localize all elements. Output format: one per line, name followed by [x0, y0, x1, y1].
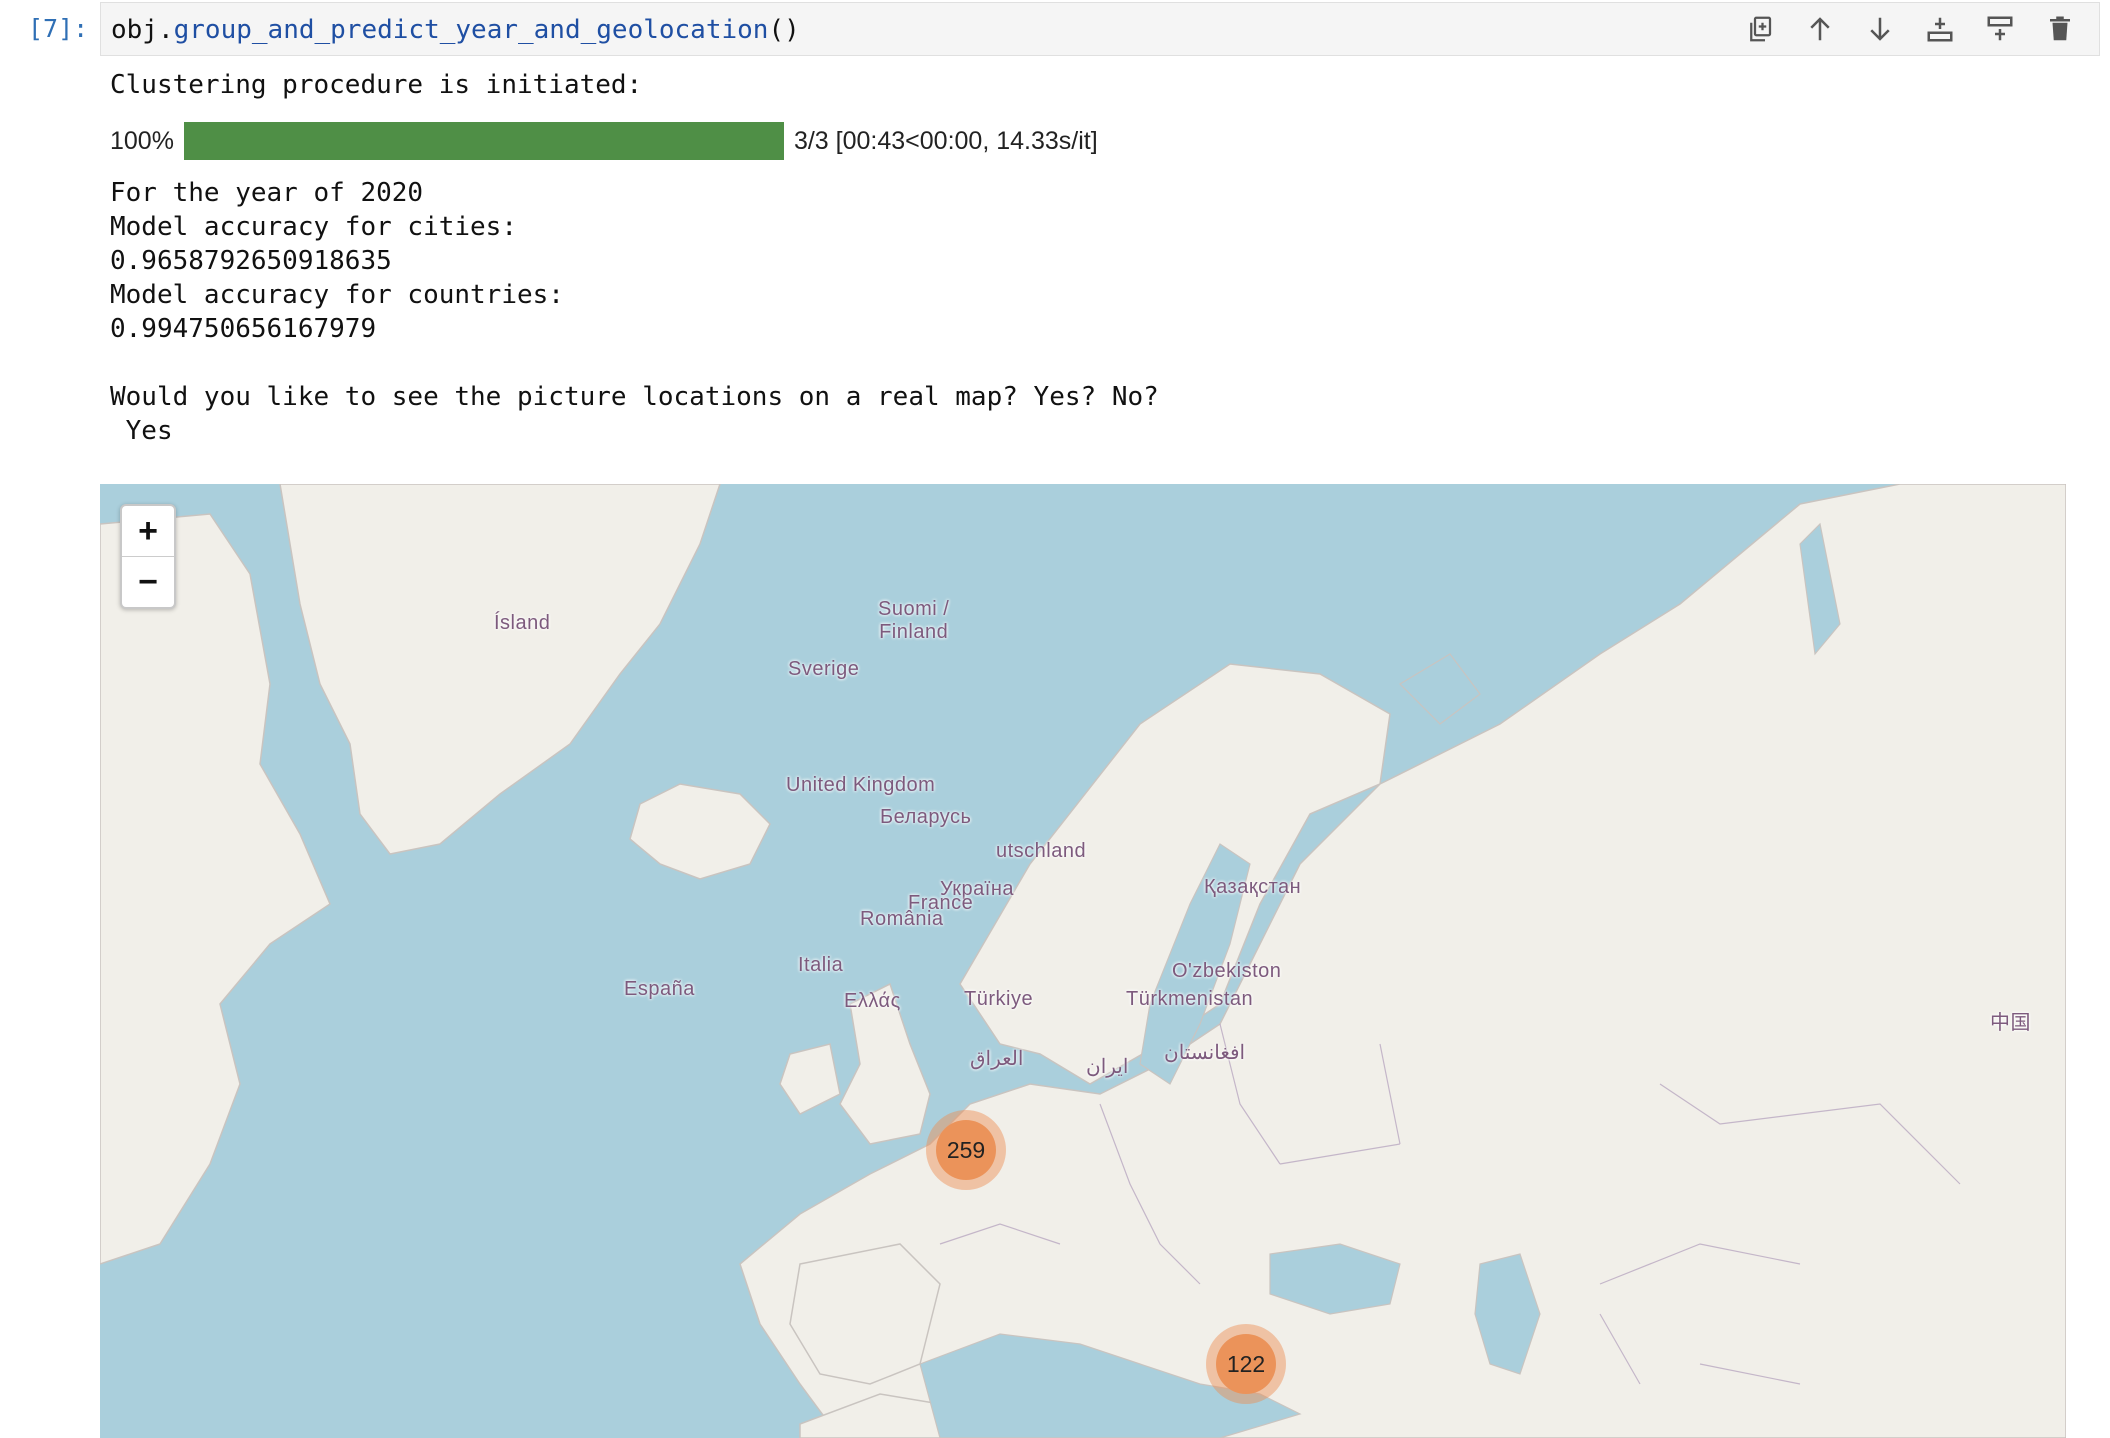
cell-prompt: [7]:	[28, 14, 89, 43]
map-label-afghanistan: افغانستان	[1164, 1042, 1246, 1064]
code-dot: .	[157, 15, 174, 45]
zoom-out-button[interactable]: −	[122, 557, 174, 607]
map-label-china: 中国	[1990, 1012, 2031, 1034]
map-label-turkiye: Türkiye	[964, 988, 1034, 1010]
map-cluster-marker[interactable]: 122	[1206, 1324, 1286, 1404]
move-up-icon[interactable]	[1805, 13, 1835, 45]
map-label-uzbekistan: O'zbekiston	[1172, 960, 1282, 982]
insert-above-icon[interactable]	[1985, 13, 2015, 45]
code-input[interactable]: obj.group_and_predict_year_and_geolocati…	[111, 15, 800, 45]
output-line-year: For the year of 2020	[110, 178, 424, 208]
map-tiles	[100, 484, 2066, 1438]
progress-status: 3/3 [00:43<00:00, 14.33s/it]	[793, 126, 1098, 155]
map-label-turkmenistan: Türkmenistan	[1126, 988, 1254, 1010]
zoom-control: + −	[120, 504, 176, 609]
map-label-ellas: Ελλάς	[844, 990, 901, 1012]
map-label-espana: España	[624, 978, 695, 1000]
map-label-finland: Suomi / Finland	[878, 598, 950, 643]
code-method: group_and_predict_year_and_geolocation	[173, 15, 769, 45]
ireland-landmass	[779, 1043, 841, 1115]
zoom-in-button[interactable]: +	[122, 506, 174, 557]
iceland-landmass	[629, 783, 771, 880]
progress-bar	[183, 122, 784, 160]
map-label-iraq: العراق	[970, 1048, 1024, 1070]
move-down-icon[interactable]	[1865, 13, 1895, 45]
code-object: obj	[111, 15, 158, 45]
output-answer: Yes	[110, 416, 173, 446]
map-label-sverige: Sverige	[788, 658, 860, 680]
canada-landmass	[100, 513, 331, 1265]
code-parens: ()	[768, 15, 800, 45]
map-label-belarus: Беларусь	[880, 806, 972, 828]
output-countries-accuracy: 0.994750656167979	[110, 314, 377, 344]
progress-percent: 100%	[110, 126, 174, 155]
map-label-deutschland: utschland	[996, 840, 1087, 862]
map-label-italia: Italia	[798, 954, 844, 976]
delete-icon[interactable]	[2045, 13, 2075, 45]
map-label-uk: United Kingdom	[786, 774, 936, 796]
output-cities-accuracy: 0.9658792650918635	[110, 246, 392, 276]
map-cluster-marker[interactable]: 259	[926, 1110, 1006, 1190]
code-cell[interactable]: obj.group_and_predict_year_and_geolocati…	[100, 2, 2100, 56]
output-question: Would you like to see the picture locati…	[110, 382, 1159, 412]
cluster-count: 122	[1216, 1334, 1276, 1394]
white-sea	[1399, 653, 1481, 725]
progress-row: 100% 3/3 [00:43<00:00, 14.33s/it]	[110, 120, 1098, 162]
leaflet-map[interactable]: + − Ísland Suomi / Finland Sverige Unite…	[100, 484, 2066, 1438]
insert-below-icon[interactable]	[1925, 13, 1955, 45]
map-label-kazakhstan: Қазақстан	[1204, 876, 1302, 898]
output-line-clustering: Clustering procedure is initiated:	[110, 70, 643, 100]
progress-fill	[183, 122, 784, 160]
map-label-iran: ایران	[1086, 1056, 1129, 1078]
output-line-countries-label: Model accuracy for countries:	[110, 280, 564, 310]
map-label-iceland: Ísland	[494, 612, 551, 634]
cluster-count: 259	[936, 1120, 996, 1180]
output-line-cities-label: Model accuracy for cities:	[110, 212, 517, 242]
duplicate-icon[interactable]	[1745, 13, 1775, 45]
map-label-romania: România	[860, 908, 944, 930]
cell-toolbar	[1745, 13, 2075, 45]
